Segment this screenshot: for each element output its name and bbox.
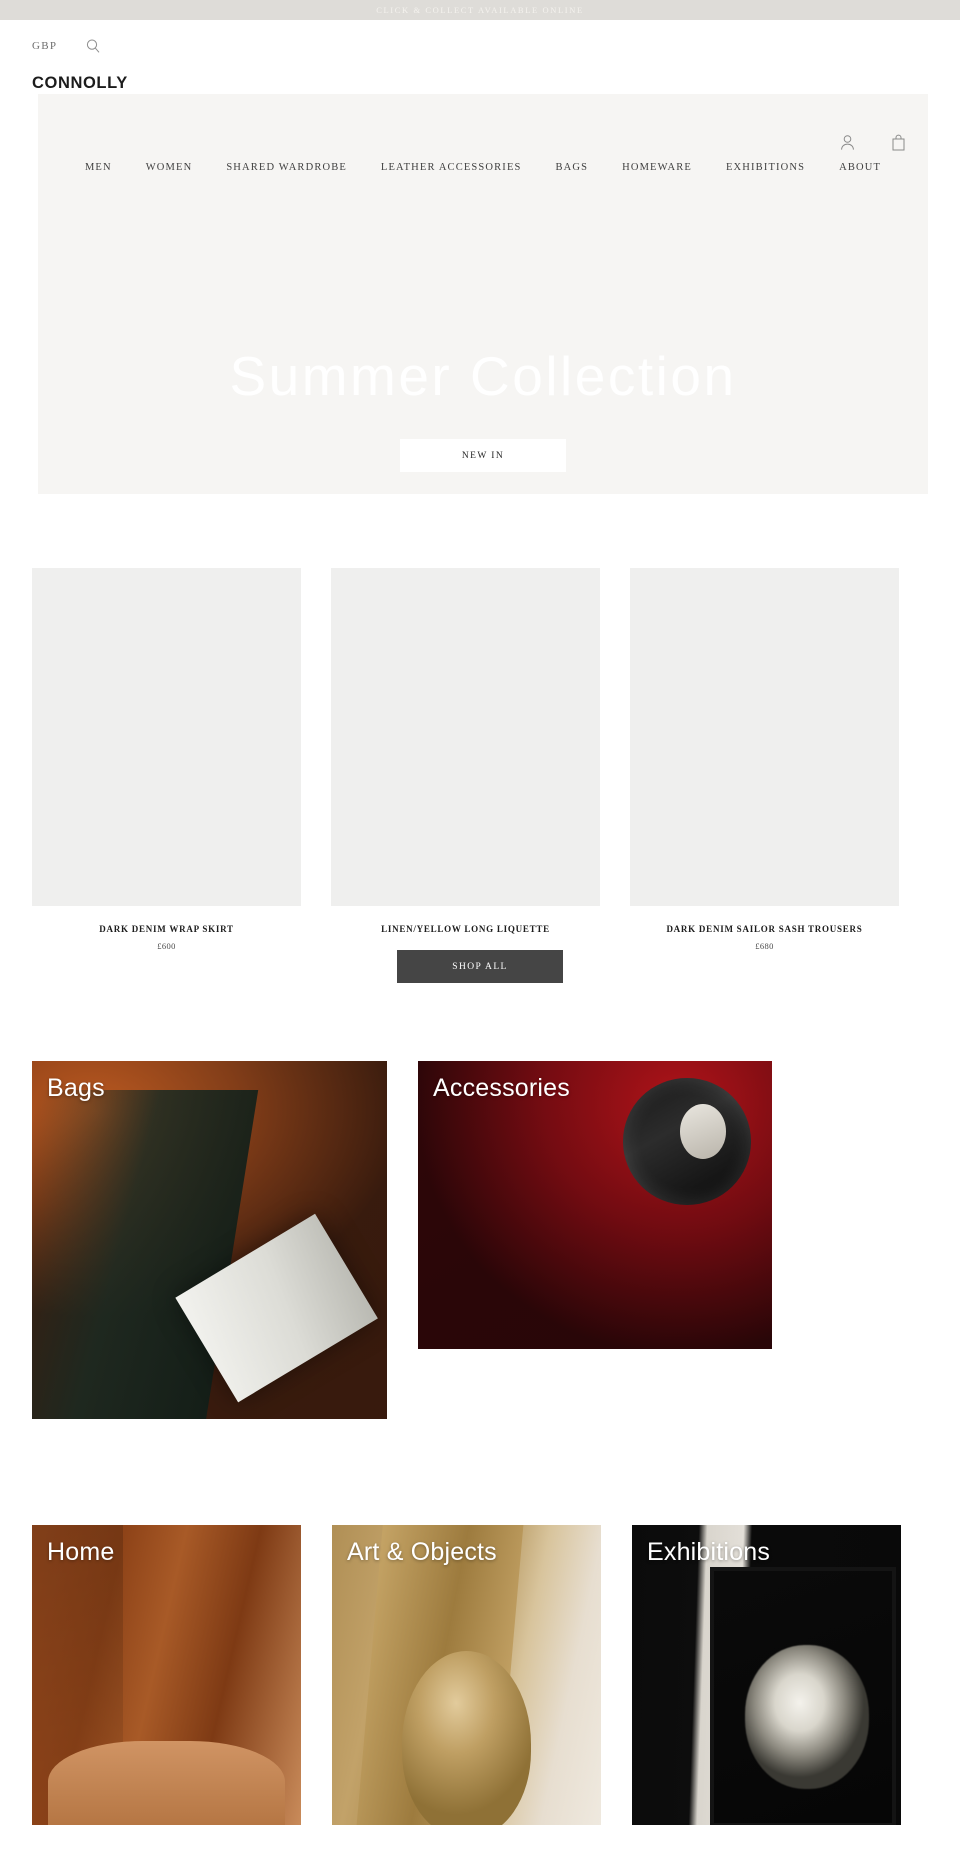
- product-image: [331, 568, 600, 906]
- category-image-home: [32, 1525, 301, 1825]
- product-card[interactable]: LINEN/YELLOW LONG LIQUETTE: [331, 568, 600, 951]
- brand-logo[interactable]: CONNOLLY: [32, 72, 128, 94]
- shop-all-label: SHOP ALL: [452, 961, 508, 972]
- category-label-bags: Bags: [47, 1074, 105, 1102]
- category-image-bags: [32, 1061, 387, 1419]
- category-tile-exhibitions[interactable]: Exhibitions: [632, 1525, 901, 1825]
- nav-item-bags[interactable]: BAGS: [539, 162, 606, 173]
- nav-item-shared-wardrobe[interactable]: SHARED WARDROBE: [209, 162, 364, 173]
- category-image-art-objects: [332, 1525, 601, 1825]
- nav-item-exhibitions[interactable]: EXHIBITIONS: [709, 162, 822, 173]
- product-price: £600: [157, 941, 176, 951]
- homepage: CLICK & COLLECT AVAILABLE ONLINE GBP CON…: [0, 0, 960, 1875]
- announcement-text: CLICK & COLLECT AVAILABLE ONLINE: [376, 5, 584, 15]
- hero-title: Summer Collection: [229, 345, 737, 407]
- product-meta: DARK DENIM WRAP SKIRT £600: [32, 923, 301, 951]
- product-name: DARK DENIM SAILOR SASH TROUSERS: [666, 924, 863, 934]
- product-name: LINEN/YELLOW LONG LIQUETTE: [381, 924, 550, 934]
- category-tile-accessories[interactable]: Accessories: [418, 1061, 772, 1349]
- category-tiles-row-one: Bags Accessories: [0, 1061, 960, 1419]
- utility-bar: GBP: [0, 20, 960, 72]
- product-image: [32, 568, 301, 906]
- category-tile-art-objects[interactable]: Art & Objects: [332, 1525, 601, 1825]
- category-image-accessories: [418, 1061, 772, 1349]
- nav-item-men[interactable]: MEN: [68, 162, 129, 173]
- product-card[interactable]: DARK DENIM WRAP SKIRT £600: [32, 568, 301, 951]
- category-label-art-objects: Art & Objects: [347, 1538, 497, 1566]
- search-icon[interactable]: [85, 38, 101, 54]
- product-card[interactable]: DARK DENIM SAILOR SASH TROUSERS £680: [630, 568, 899, 951]
- nav-item-homeware[interactable]: HOMEWARE: [605, 162, 709, 173]
- category-label-home: Home: [47, 1538, 115, 1566]
- product-image: [630, 568, 899, 906]
- main-navigation: MEN WOMEN SHARED WARDROBE LEATHER ACCESS…: [38, 162, 928, 173]
- product-name: DARK DENIM WRAP SKIRT: [99, 924, 234, 934]
- nav-item-leather-accessories[interactable]: LEATHER ACCESSORIES: [364, 162, 539, 173]
- category-tile-bags[interactable]: Bags: [32, 1061, 387, 1419]
- shopping-bag-icon[interactable]: [891, 134, 906, 151]
- category-image-exhibitions: [632, 1525, 901, 1825]
- logo-row: CONNOLLY: [0, 72, 960, 94]
- hero-banner: MEN WOMEN SHARED WARDROBE LEATHER ACCESS…: [38, 94, 928, 494]
- category-label-exhibitions: Exhibitions: [647, 1538, 771, 1566]
- product-meta: LINEN/YELLOW LONG LIQUETTE: [331, 923, 600, 936]
- currency-selector[interactable]: GBP: [32, 40, 57, 52]
- new-in-label: NEW IN: [461, 450, 505, 461]
- category-label-accessories: Accessories: [433, 1074, 570, 1102]
- product-meta: DARK DENIM SAILOR SASH TROUSERS £680: [630, 923, 899, 951]
- product-price: £680: [755, 941, 774, 951]
- hero-background: [38, 94, 928, 494]
- header-icons: [840, 134, 906, 151]
- nav-item-about[interactable]: ABOUT: [822, 162, 898, 173]
- new-in-button[interactable]: NEW IN: [400, 439, 566, 472]
- account-icon[interactable]: [840, 134, 855, 151]
- featured-products: DARK DENIM WRAP SKIRT £600 LINEN/YELLOW …: [0, 568, 960, 983]
- shop-all-button[interactable]: SHOP ALL: [397, 950, 563, 983]
- nav-item-women[interactable]: WOMEN: [129, 162, 210, 173]
- announcement-bar: CLICK & COLLECT AVAILABLE ONLINE: [0, 0, 960, 20]
- category-tile-home[interactable]: Home: [32, 1525, 301, 1825]
- category-tiles-row-two: Home Art & Objects Exhibitions: [0, 1525, 960, 1825]
